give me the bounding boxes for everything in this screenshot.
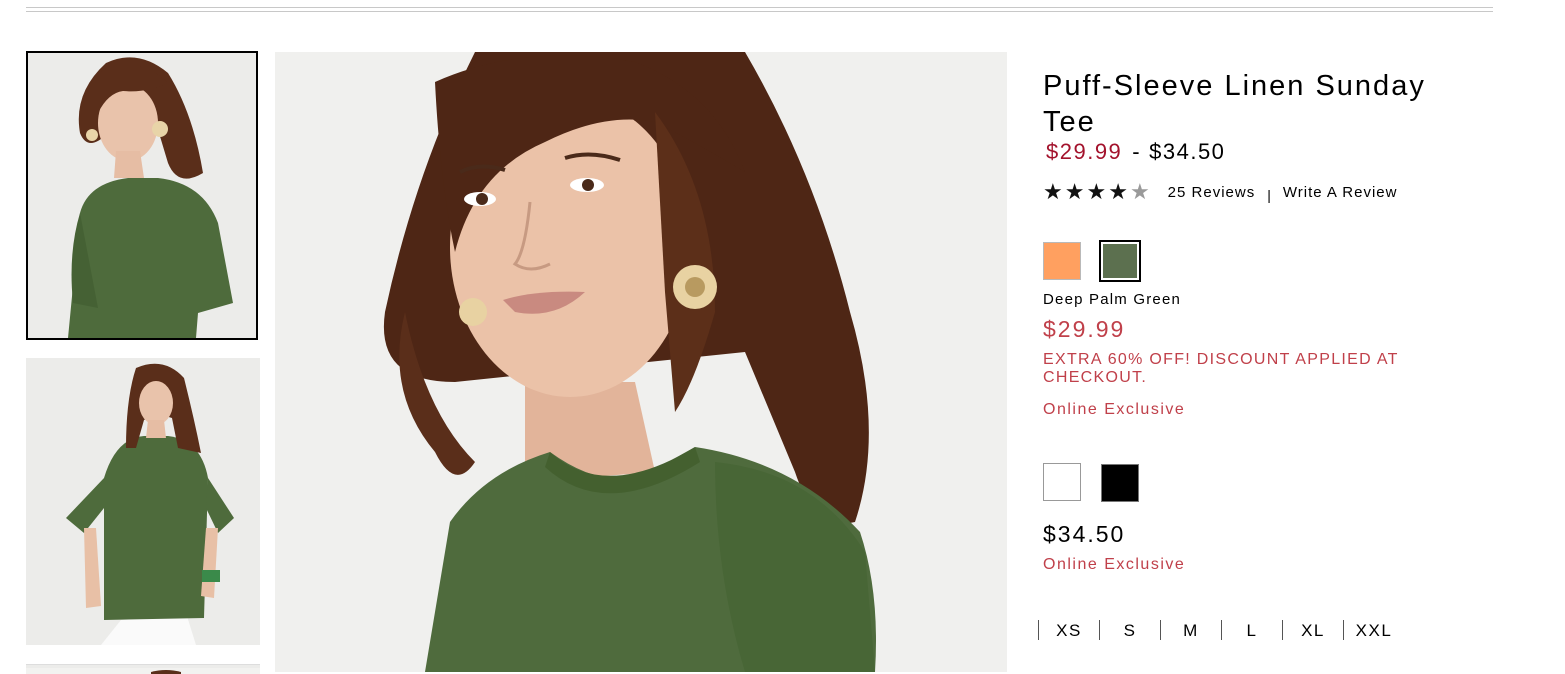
promo-message: EXTRA 60% OFF! DISCOUNT APPLIED AT CHECK…	[1043, 351, 1399, 386]
selected-color-name: Deep Palm Green	[1043, 291, 1182, 308]
thumbnail-3[interactable]	[26, 664, 260, 674]
reviews-link[interactable]: 25 Reviews	[1168, 184, 1256, 201]
star-icon: ★	[1064, 179, 1085, 204]
size-option-l[interactable]: L	[1221, 620, 1282, 640]
price-range: $29.99- $34.50	[1046, 139, 1225, 165]
model-full-body-thumbnail-image	[26, 358, 260, 645]
color-swatch-black[interactable]	[1101, 464, 1139, 502]
star-icon: ★	[1043, 179, 1063, 204]
star-icon: ★	[1108, 179, 1128, 204]
variant-2-price: $34.50	[1043, 521, 1126, 547]
thumbnail-1[interactable]	[26, 51, 258, 340]
size-option-m[interactable]: M	[1160, 620, 1221, 640]
size-option-xxl[interactable]: XXL	[1343, 620, 1404, 640]
model-closeup-thumbnail-image	[28, 53, 256, 338]
model-partial-thumbnail-image	[26, 668, 260, 674]
top-divider	[26, 7, 1493, 12]
write-review-link[interactable]: Write A Review	[1283, 184, 1398, 201]
size-option-xs[interactable]: XS	[1038, 620, 1099, 640]
price-low: $29.99	[1046, 139, 1123, 164]
color-swatch-green-selected[interactable]	[1099, 240, 1141, 282]
star-icon: ★	[1086, 179, 1107, 204]
size-selector: XS S M L XL XXL	[1038, 620, 1404, 640]
rating-row: ★ ★ ★ ★ ★ 25 Reviews | Write A Review	[1043, 180, 1397, 204]
price-dash: -	[1132, 139, 1142, 164]
main-product-image[interactable]	[275, 52, 1007, 672]
swatch-fill	[1103, 244, 1137, 278]
color-swatch-orange[interactable]	[1043, 242, 1081, 280]
online-exclusive-badge-2: Online Exclusive	[1043, 556, 1186, 573]
size-option-s[interactable]: S	[1099, 620, 1160, 640]
star-empty-icon: ★	[1129, 179, 1150, 204]
variant-1-price: $29.99	[1043, 316, 1126, 342]
product-title: Puff-Sleeve Linen Sunday Tee	[1043, 70, 1426, 138]
rating-separator: |	[1267, 187, 1271, 203]
size-option-xl[interactable]: XL	[1282, 620, 1343, 640]
color-swatch-white[interactable]	[1043, 463, 1081, 501]
model-closeup-large-image	[275, 52, 1007, 672]
thumbnail-2[interactable]	[26, 358, 260, 645]
online-exclusive-badge-1: Online Exclusive	[1043, 401, 1186, 418]
price-high: $34.50	[1149, 139, 1226, 164]
